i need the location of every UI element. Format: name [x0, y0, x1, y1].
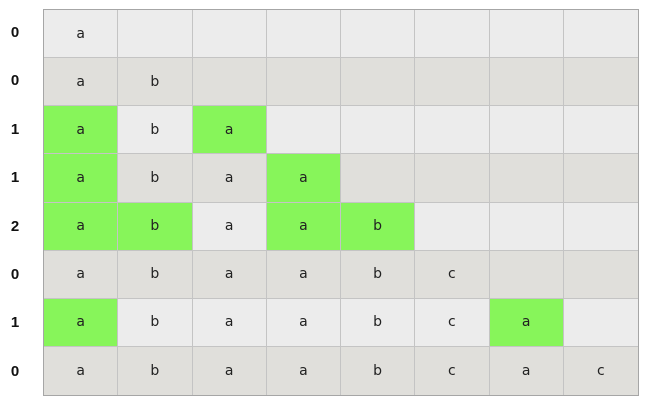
table-cell: b	[118, 106, 193, 155]
row-value: 1	[10, 169, 20, 187]
table-cell: a	[44, 10, 119, 59]
table-cell: a	[489, 346, 564, 395]
table-cell	[266, 10, 341, 59]
table-cell	[192, 10, 267, 59]
highlighted-cell: b	[118, 202, 193, 251]
row-value: 0	[10, 265, 20, 283]
table-cell	[192, 58, 267, 107]
table-cell	[341, 106, 416, 155]
table-cell	[563, 250, 638, 299]
highlighted-cell: b	[341, 202, 416, 251]
table-cell: c	[415, 250, 490, 299]
row-value: 0	[10, 362, 20, 380]
table-cell	[563, 154, 638, 203]
table-cell: b	[341, 250, 416, 299]
table-cell: a	[266, 298, 341, 347]
table-cell	[341, 10, 416, 59]
highlighted-cell: a	[266, 202, 341, 251]
table-cell: a	[192, 298, 267, 347]
table-cell: a	[266, 346, 341, 395]
table-cell	[563, 298, 638, 347]
table-cell	[489, 106, 564, 155]
table-cell: b	[118, 298, 193, 347]
table-cell	[489, 154, 564, 203]
table-cell: b	[341, 298, 416, 347]
table-cell	[415, 202, 490, 251]
table-cell: b	[118, 58, 193, 107]
table-cell	[489, 250, 564, 299]
table-cell: b	[118, 154, 193, 203]
table-cell	[266, 106, 341, 155]
highlighted-cell: a	[44, 298, 119, 347]
highlighted-cell: a	[44, 202, 119, 251]
table-cell: a	[192, 250, 267, 299]
table-cell	[415, 154, 490, 203]
table-cell	[563, 58, 638, 107]
table-cell	[266, 58, 341, 107]
table-cell: a	[44, 250, 119, 299]
table-cell: b	[341, 346, 416, 395]
prefix-table-grid: aababaabaaabaababaabcabaabcaabaabcac	[43, 9, 639, 396]
row-value: 0	[10, 24, 20, 41]
row-value: 1	[10, 120, 20, 138]
table-cell	[415, 106, 490, 155]
table-cell	[415, 58, 490, 107]
table-cell	[489, 58, 564, 107]
row-value: 1	[10, 314, 20, 332]
table-cell	[341, 58, 416, 107]
table-cell: a	[44, 346, 119, 395]
table-cell	[563, 10, 638, 59]
table-cell: a	[192, 346, 267, 395]
highlighted-cell: a	[489, 298, 564, 347]
table-cell: a	[266, 250, 341, 299]
table-cell: c	[415, 298, 490, 347]
table-cell: c	[415, 346, 490, 395]
table-cell	[563, 106, 638, 155]
row-value: 2	[10, 217, 20, 235]
table-cell: b	[118, 346, 193, 395]
highlighted-cell: a	[44, 154, 119, 203]
highlighted-cell: a	[192, 106, 267, 155]
table-cell: a	[192, 154, 267, 203]
row-values-column: 0 0 1 1 2 0 1 0	[0, 9, 30, 396]
table-cell	[415, 10, 490, 59]
table-cell	[563, 202, 638, 251]
table-cell	[489, 10, 564, 59]
table-cell: a	[44, 58, 119, 107]
highlighted-cell: a	[44, 106, 119, 155]
table-cell	[341, 154, 416, 203]
table-cell	[118, 10, 193, 59]
table-cell: c	[563, 346, 638, 395]
highlighted-cell: a	[266, 154, 341, 203]
table-cell: a	[192, 202, 267, 251]
table-cell	[489, 202, 564, 251]
table-cell: b	[118, 250, 193, 299]
row-value: 0	[10, 72, 20, 90]
